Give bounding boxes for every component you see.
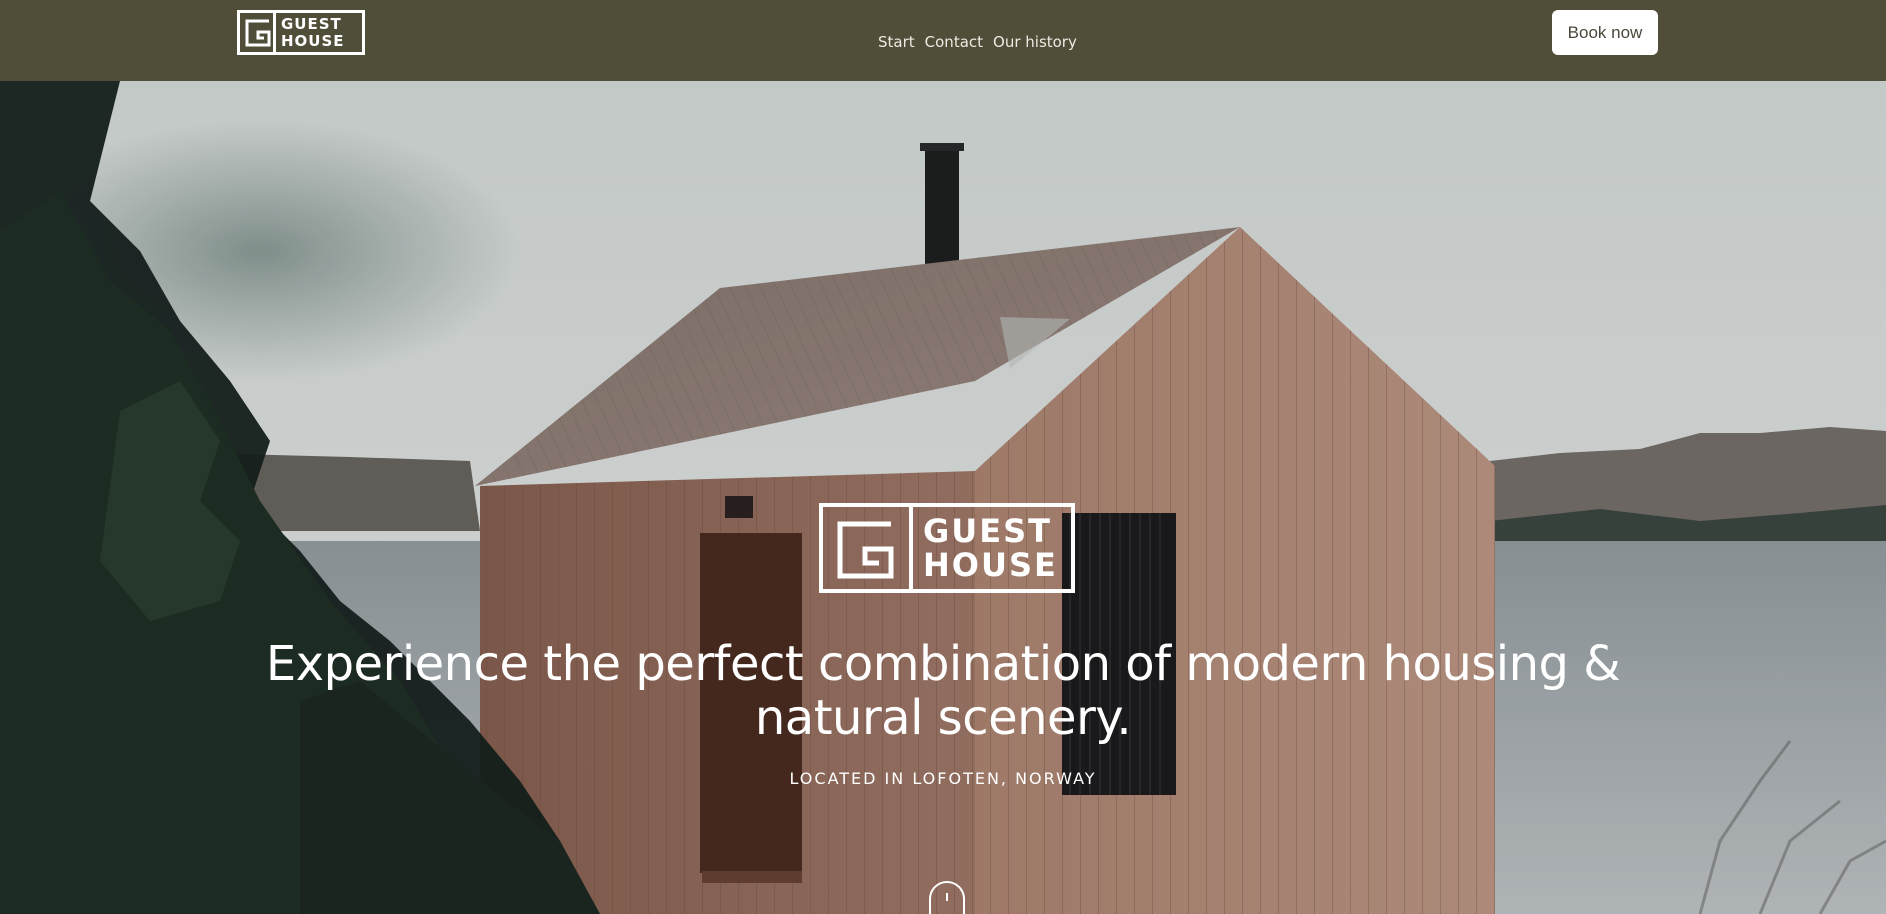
- main-nav: Start Contact Our history: [878, 32, 1077, 52]
- mouse-wheel: [946, 893, 948, 901]
- mouse-scroll-icon[interactable]: [929, 881, 965, 914]
- logo-text-line2: HOUSE: [281, 31, 345, 50]
- hero-section: GUEST HOUSE Experience the perfect combi…: [0, 81, 1886, 914]
- top-navigation-bar: GUEST HOUSE Start Contact Our history Bo…: [0, 0, 1886, 81]
- hero-location-subline: LOCATED IN LOFOTEN, NORWAY: [789, 769, 1097, 788]
- hero-headline-line2: natural scenery.: [754, 690, 1132, 746]
- nav-link-our-history[interactable]: Our history: [993, 32, 1077, 52]
- logo-mark-icon: [240, 13, 276, 52]
- hero-background-image: [0, 81, 1886, 914]
- nav-link-start[interactable]: Start: [878, 32, 915, 52]
- nav-link-contact[interactable]: Contact: [925, 32, 983, 52]
- hero-logo: GUEST HOUSE: [819, 503, 1075, 593]
- book-now-button[interactable]: Book now: [1552, 10, 1658, 55]
- logo-text-line1: GUEST: [281, 14, 342, 33]
- site-logo[interactable]: GUEST HOUSE: [237, 10, 365, 55]
- hero-logo-mark-icon: [823, 507, 913, 589]
- hero-logo-text-line1: GUEST: [923, 512, 1052, 550]
- hero-headline-line1: Experience the perfect combination of mo…: [265, 636, 1621, 692]
- hero-headline: Experience the perfect combination of mo…: [200, 637, 1686, 745]
- hero-logo-text-line2: HOUSE: [923, 546, 1058, 584]
